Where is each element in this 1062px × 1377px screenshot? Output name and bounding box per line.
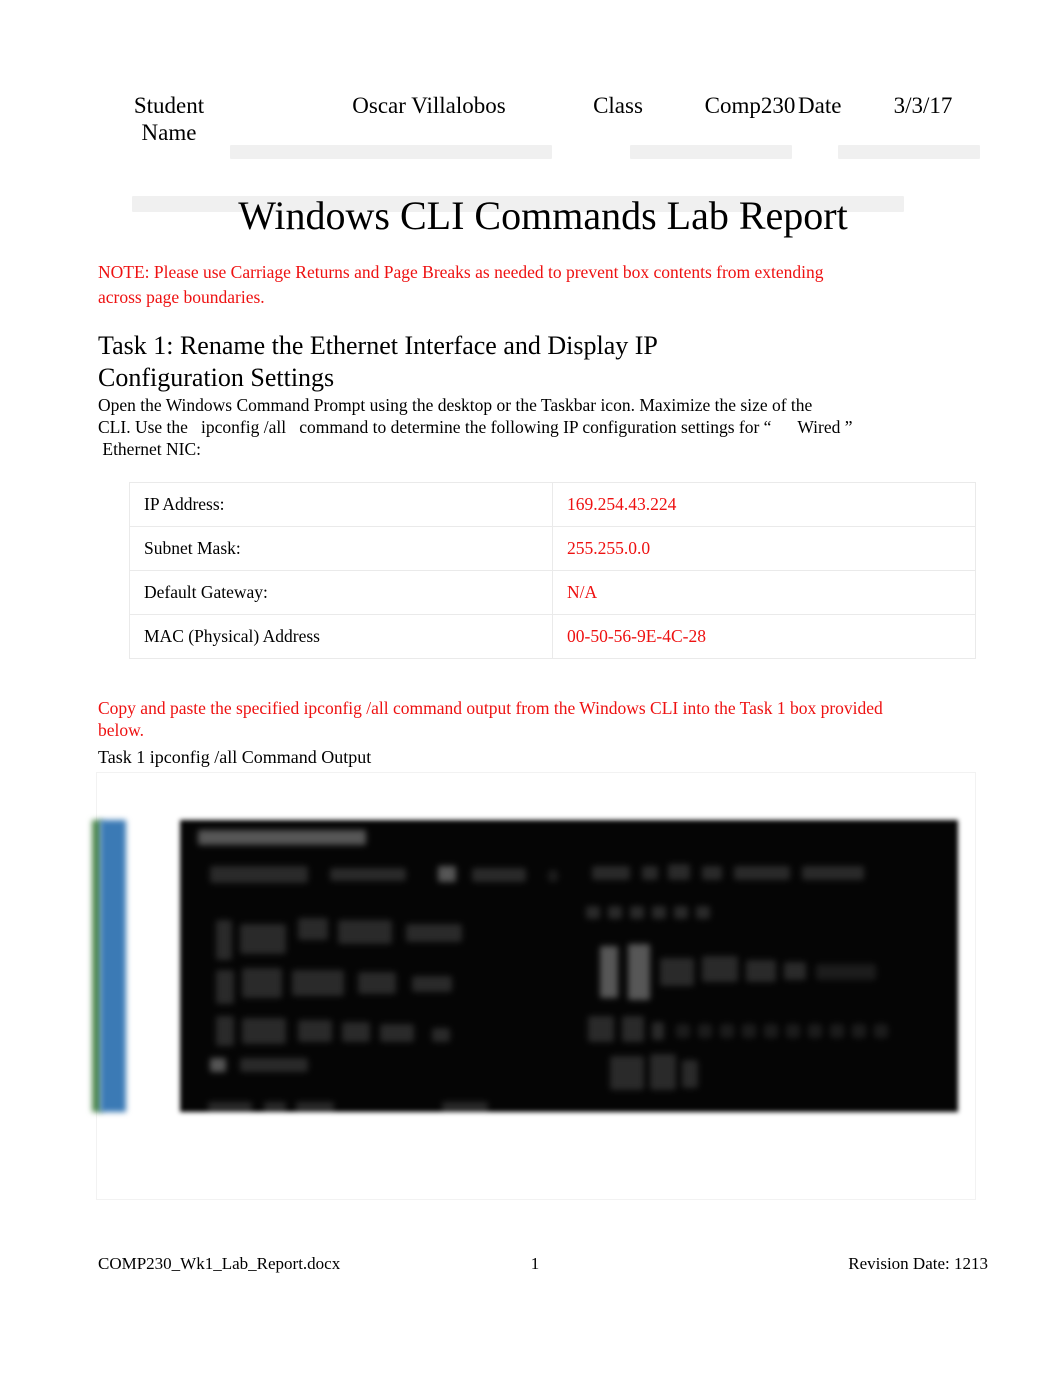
table-row: Subnet Mask: 255.255.0.0 <box>129 526 976 571</box>
page-title: Windows CLI Commands Lab Report <box>238 192 848 238</box>
page-footer: COMP230_Wk1_Lab_Report.docx 1 Revision D… <box>98 1252 988 1276</box>
table-cell-value[interactable]: 255.255.0.0 <box>552 526 976 571</box>
table-cell-key: Subnet Mask: <box>129 526 553 571</box>
student-name-label: Student Name <box>133 93 210 145</box>
date-value[interactable]: 3/3/17 <box>858 92 988 119</box>
table-cell-key: IP Address: <box>129 482 553 527</box>
document-page: Student Name Oscar Villalobos Class Comp… <box>0 0 1062 1377</box>
task-1-instructions-line-2: CLI. Use the ipconfig /all command to de… <box>98 417 853 437</box>
task-1-instructions: Open the Windows Command Prompt using th… <box>98 394 946 460</box>
table-cell-key: Default Gateway: <box>129 570 553 615</box>
task-1-instructions-line-1: Open the Windows Command Prompt using th… <box>98 395 813 415</box>
class-label: Class <box>593 93 643 118</box>
task-1-output-caption: Task 1 ipconfig /all Command Output <box>98 747 372 767</box>
pasted-cli-screenshot-image <box>92 820 958 1112</box>
table-row: Default Gateway: N/A <box>129 570 976 615</box>
student-name-value[interactable]: Oscar Villalobos <box>274 92 584 119</box>
footer-page-number: 1 <box>530 1254 540 1273</box>
screenshot-blue-edge-strip <box>100 820 126 1112</box>
table-row: IP Address: 169.254.43.224 <box>129 482 976 527</box>
footer-revision: Revision Date: 1213 <box>848 1254 988 1273</box>
task-1-heading: Task 1: Rename the Ethernet Interface an… <box>98 330 657 392</box>
field-shade-student <box>230 145 552 159</box>
field-shade-date <box>838 145 980 159</box>
note-text: NOTE: Please use Carriage Returns and Pa… <box>98 261 824 307</box>
table-cell-value[interactable]: 169.254.43.224 <box>552 482 976 527</box>
date-label: Date <box>798 93 842 118</box>
table-cell-value[interactable]: 00-50-56-9E-4C-28 <box>552 614 976 659</box>
table-row: MAC (Physical) Address 00-50-56-9E-4C-28 <box>129 614 976 659</box>
field-shade-class <box>630 145 792 159</box>
command-prompt-window <box>180 820 958 1112</box>
footer-file-name: COMP230_Wk1_Lab_Report.docx <box>98 1254 341 1273</box>
copy-paste-instruction: Copy and paste the specified ipconfig /a… <box>98 697 883 740</box>
ip-configuration-table: IP Address: 169.254.43.224 Subnet Mask: … <box>129 482 976 659</box>
table-cell-key: MAC (Physical) Address <box>129 614 553 659</box>
task-1-instructions-line-3: Ethernet NIC: <box>98 439 202 459</box>
table-cell-value[interactable]: N/A <box>552 570 976 615</box>
